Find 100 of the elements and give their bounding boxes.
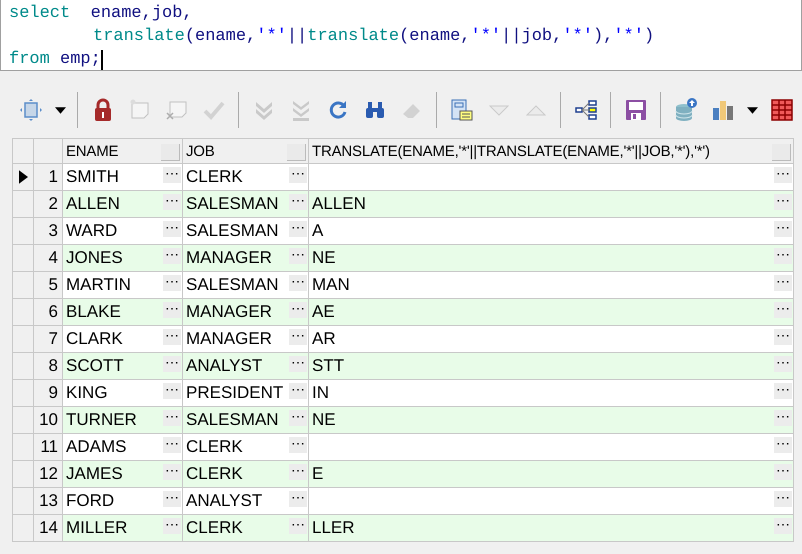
table-cell: SALESMAN	[186, 194, 279, 214]
ellipsis-button[interactable]: ⋯	[774, 221, 792, 237]
ellipsis-button[interactable]: ⋯	[774, 464, 792, 480]
ellipsis-button[interactable]: ⋯	[163, 356, 181, 372]
ellipsis-button[interactable]: ⋯	[289, 167, 307, 183]
sql-keyword: translate	[307, 26, 400, 48]
ellipsis-button[interactable]: ⋯	[163, 221, 181, 237]
ellipsis-button[interactable]: ⋯	[289, 383, 307, 399]
ellipsis-button[interactable]: ⋯	[163, 194, 181, 210]
table-cell: MAN	[312, 275, 350, 295]
row-number: 10	[34, 407, 63, 434]
sql-editor[interactable]: select ename,job, translate(ename,'*'||translate(ename,'*'||job,'*'),'*') from emp;	[0, 0, 802, 71]
table-cell: SALESMAN	[186, 410, 279, 430]
ellipsis-button[interactable]: ⋯	[774, 248, 792, 264]
ellipsis-button[interactable]: ⋯	[774, 491, 792, 507]
ellipsis-button[interactable]: ⋯	[774, 383, 792, 399]
row-number: 9	[34, 380, 63, 407]
table-cell: PRESIDENT	[186, 383, 284, 403]
table-cell: AE	[312, 302, 335, 322]
row-indicator[interactable]	[13, 164, 34, 191]
table-cell: MANAGER	[186, 302, 272, 322]
ellipsis-button[interactable]: ⋯	[289, 437, 307, 453]
ellipsis-button[interactable]: ⋯	[774, 518, 792, 534]
sql-code: ),	[592, 26, 614, 48]
sql-code: ||	[286, 26, 308, 48]
row-number: 7	[34, 326, 63, 353]
ellipsis-button[interactable]: ⋯	[289, 491, 307, 507]
column-menu-button[interactable]	[161, 144, 180, 161]
sql-code: ename,job,	[90, 3, 193, 25]
caret-icon	[747, 106, 758, 114]
column-header[interactable]: JOB	[183, 139, 309, 164]
ellipsis-button[interactable]: ⋯	[774, 356, 792, 372]
table-cell: ANALYST	[186, 356, 262, 376]
ellipsis-button[interactable]: ⋯	[774, 302, 792, 318]
ellipsis-button[interactable]: ⋯	[289, 194, 307, 210]
row-number: 5	[34, 272, 63, 299]
ellipsis-button[interactable]: ⋯	[289, 302, 307, 318]
ellipsis-button[interactable]: ⋯	[289, 518, 307, 534]
ellipsis-button[interactable]: ⋯	[289, 410, 307, 426]
table-cell: MANAGER	[186, 329, 272, 349]
table-cell: CLERK	[186, 518, 243, 538]
table-cell: MARTIN	[66, 275, 131, 295]
table-cell: JAMES	[66, 464, 123, 484]
column-header[interactable]: TRANSLATE(ENAME,'*'||TRANSLATE(ENAME,'*'||JOB,'*'),'*')	[309, 139, 794, 164]
ellipsis-button[interactable]: ⋯	[774, 194, 792, 210]
ellipsis-button[interactable]: ⋯	[163, 491, 181, 507]
column-menu-button[interactable]	[772, 144, 791, 161]
table-cell: SMITH	[66, 167, 119, 187]
table-cell: ALLEN	[312, 194, 366, 214]
column-title: TRANSLATE(ENAME,'*'||TRANSLATE(ENAME,'*'||JOB,'*'),'*')	[311, 142, 710, 160]
table-cell: JONES	[66, 248, 123, 268]
row-number: 1	[34, 164, 63, 191]
row-number: 13	[34, 488, 63, 515]
table-cell: SALESMAN	[186, 275, 279, 295]
ellipsis-button[interactable]: ⋯	[163, 518, 181, 534]
ellipsis-button[interactable]: ⋯	[289, 329, 307, 345]
table-cell: CLERK	[186, 437, 243, 457]
sql-keyword: translate	[93, 26, 185, 48]
sql-code: )	[644, 26, 654, 48]
ellipsis-button[interactable]: ⋯	[289, 464, 307, 480]
sql-code: ||job,	[501, 26, 562, 48]
table-cell: CLERK	[186, 167, 243, 187]
ellipsis-button[interactable]: ⋯	[289, 275, 307, 291]
caret-icon	[54, 106, 66, 114]
table-cell: BLAKE	[66, 302, 121, 322]
ellipsis-button[interactable]: ⋯	[163, 275, 181, 291]
sql-code: (ename,	[184, 26, 256, 48]
ellipsis-button[interactable]: ⋯	[774, 329, 792, 345]
row-number: 2	[34, 191, 63, 218]
column-menu-button[interactable]	[287, 144, 306, 161]
row-number: 4	[34, 245, 63, 272]
ellipsis-button[interactable]: ⋯	[163, 248, 181, 264]
ellipsis-button[interactable]: ⋯	[289, 221, 307, 237]
row-number: 3	[34, 218, 63, 245]
ellipsis-button[interactable]: ⋯	[163, 464, 181, 480]
ellipsis-button[interactable]: ⋯	[163, 167, 181, 183]
table-cell: STT	[312, 356, 344, 376]
table-cell: A	[312, 221, 324, 241]
column-header[interactable]: ENAME	[63, 139, 183, 164]
ellipsis-button[interactable]: ⋯	[163, 410, 181, 426]
ellipsis-button[interactable]: ⋯	[774, 437, 792, 453]
ellipsis-button[interactable]: ⋯	[774, 275, 792, 291]
ellipsis-button[interactable]: ⋯	[289, 248, 307, 264]
table-cell: ADAMS	[66, 437, 126, 457]
ellipsis-button[interactable]: ⋯	[163, 302, 181, 318]
ellipsis-button[interactable]: ⋯	[163, 329, 181, 345]
ellipsis-button[interactable]: ⋯	[774, 167, 792, 183]
table-cell: ALLEN	[66, 194, 120, 214]
ellipsis-button[interactable]: ⋯	[289, 356, 307, 372]
ellipsis-button[interactable]: ⋯	[163, 383, 181, 399]
ellipsis-button[interactable]: ⋯	[774, 410, 792, 426]
row-number: 8	[34, 353, 63, 380]
sql-code: emp;	[59, 49, 101, 71]
ellipsis-button[interactable]: ⋯	[163, 437, 181, 453]
table-cell: WARD	[66, 221, 118, 241]
table-cell: SALESMAN	[186, 221, 279, 241]
column-title: JOB	[185, 142, 215, 160]
sql-string: '*'	[562, 26, 593, 48]
table-cell: SCOTT	[66, 356, 124, 376]
table-cell: IN	[312, 383, 329, 403]
